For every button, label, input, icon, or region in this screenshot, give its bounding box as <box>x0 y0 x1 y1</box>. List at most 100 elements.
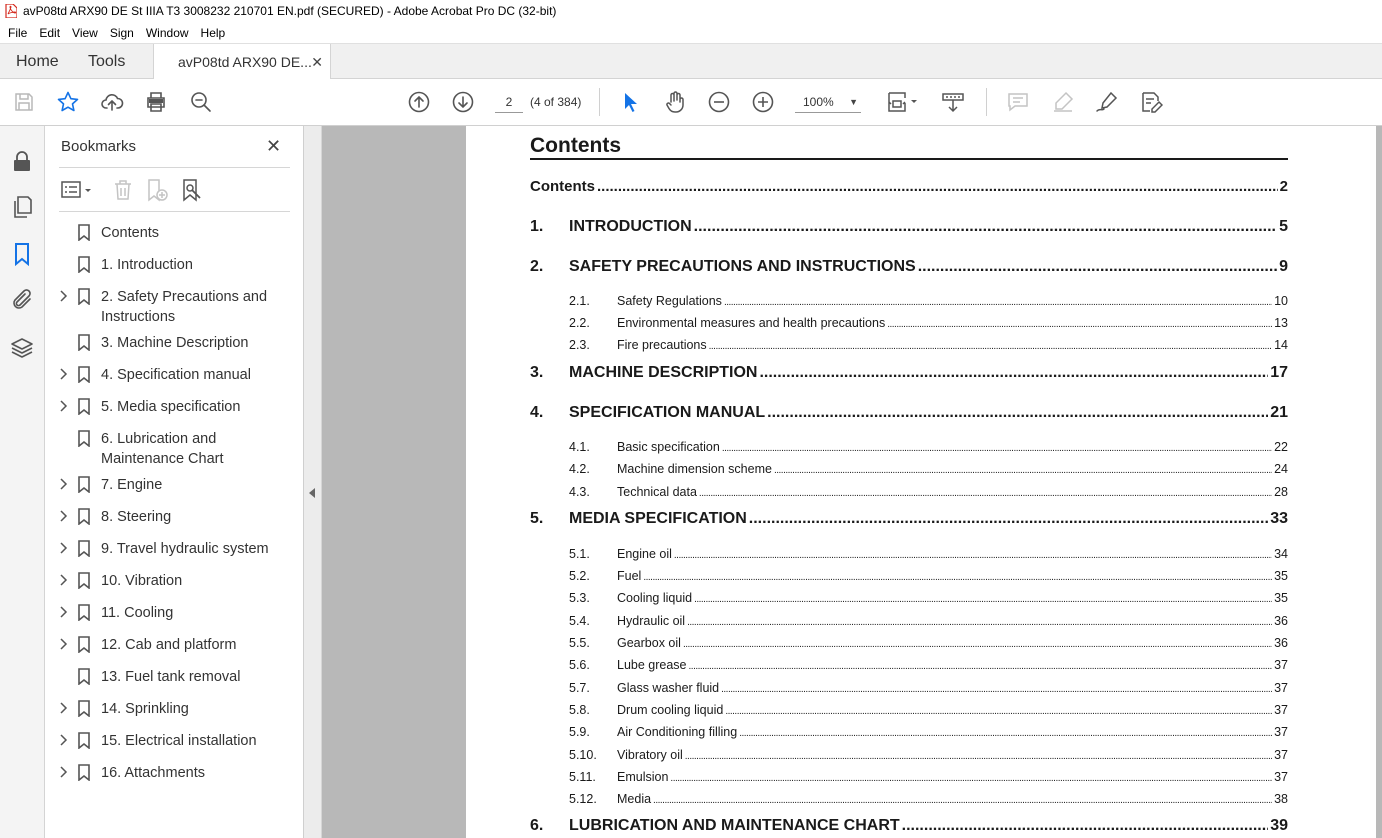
toc-entry[interactable]: 2. SAFETY PRECAUTIONS AND INSTRUCTIONS 9 <box>530 258 1288 276</box>
highlight-icon[interactable] <box>1051 90 1075 114</box>
select-cursor-icon[interactable] <box>619 90 643 114</box>
bookmark-item[interactable]: 15. Electrical installation <box>45 730 304 750</box>
lock-icon[interactable] <box>10 149 34 173</box>
close-tab-icon[interactable]: ✕ <box>311 44 323 80</box>
bookmark-item[interactable]: 12. Cab and platform <box>45 634 304 654</box>
toc-entry[interactable]: 4.1. Basic specification 22 <box>530 440 1288 454</box>
find-zoom-icon[interactable] <box>189 90 213 114</box>
bookmark-flag-icon <box>78 366 90 383</box>
bookmark-item[interactable]: Contents <box>45 222 304 242</box>
chevron-right-icon[interactable] <box>58 730 68 750</box>
toc-entry[interactable]: 5.9. Air Conditioning filling 37 <box>530 725 1288 739</box>
zoom-in-icon[interactable] <box>751 90 775 114</box>
zoom-level-dropdown[interactable]: 100% ▼ <box>795 91 861 113</box>
bookmark-item[interactable]: 13. Fuel tank removal <box>45 666 304 686</box>
toc-entry-number: 5.10. <box>569 748 597 762</box>
toc-entry[interactable]: 2.2. Environmental measures and health pr… <box>530 316 1288 330</box>
toc-entry[interactable]: 4.3. Technical data 28 <box>530 485 1288 499</box>
menu-view[interactable]: View <box>68 26 102 40</box>
bookmark-item[interactable]: 10. Vibration <box>45 570 304 590</box>
draw-pen-icon[interactable] <box>1095 90 1119 114</box>
menu-sign[interactable]: Sign <box>106 26 138 40</box>
chevron-right-icon[interactable] <box>58 602 68 622</box>
bookmark-item[interactable]: 11. Cooling <box>45 602 304 622</box>
chevron-right-icon[interactable] <box>58 570 68 590</box>
layers-icon[interactable] <box>10 336 34 360</box>
toc-entry[interactable]: 1. INTRODUCTION 5 <box>530 218 1288 236</box>
toc-entry[interactable]: 5. MEDIA SPECIFICATION 33 <box>530 510 1288 528</box>
zoom-out-icon[interactable] <box>707 90 731 114</box>
chevron-right-icon[interactable] <box>58 396 68 416</box>
chevron-right-icon[interactable] <box>58 698 68 718</box>
next-page-icon[interactable] <box>451 90 475 114</box>
toc-entry[interactable]: 5.1. Engine oil 34 <box>530 547 1288 561</box>
fill-sign-icon[interactable] <box>1139 90 1163 114</box>
toc-entry[interactable]: 5.3. Cooling liquid 35 <box>530 591 1288 605</box>
chevron-right-icon[interactable] <box>58 364 68 384</box>
collapse-arrow-icon[interactable] <box>309 488 315 498</box>
toc-entry[interactable]: 5.5. Gearbox oil 36 <box>530 636 1288 650</box>
bookmark-panel-icon[interactable] <box>10 242 34 266</box>
print-icon[interactable] <box>144 90 168 114</box>
toc-entry[interactable]: 4.2. Machine dimension scheme 24 <box>530 462 1288 476</box>
toc-entry[interactable]: 2.1. Safety Regulations 10 <box>530 294 1288 308</box>
toc-entry[interactable]: 5.2. Fuel 35 <box>530 569 1288 583</box>
menu-window[interactable]: Window <box>142 26 193 40</box>
scroll-mode-icon[interactable] <box>941 90 965 114</box>
toc-entry[interactable]: Contents 2 <box>530 178 1288 195</box>
toc-entry[interactable]: 5.7. Glass washer fluid 37 <box>530 681 1288 695</box>
chevron-right-icon[interactable] <box>58 286 68 306</box>
bookmark-item[interactable]: 8. Steering <box>45 506 304 526</box>
comment-icon[interactable] <box>1006 90 1030 114</box>
chevron-right-icon[interactable] <box>58 506 68 526</box>
attachment-paperclip-icon[interactable] <box>10 288 34 312</box>
hand-tool-icon[interactable] <box>663 90 687 114</box>
save-icon[interactable] <box>12 90 36 114</box>
close-panel-icon[interactable]: ✕ <box>266 136 281 157</box>
bookmark-options-icon[interactable] <box>60 178 96 202</box>
bookmark-item[interactable]: 9. Travel hydraulic system <box>45 538 304 558</box>
page-thumbnails-icon[interactable] <box>10 195 34 219</box>
bookmark-item[interactable]: 4. Specification manual <box>45 364 304 384</box>
chevron-right-icon[interactable] <box>58 474 68 494</box>
bookmark-item[interactable]: 2. Safety Precautions and Instructions <box>45 286 304 325</box>
menu-file[interactable]: File <box>4 26 31 40</box>
delete-bookmark-icon[interactable] <box>111 178 135 202</box>
new-bookmark-icon[interactable] <box>145 178 169 202</box>
chevron-right-icon[interactable] <box>58 538 68 558</box>
star-icon[interactable] <box>56 90 80 114</box>
toc-entry[interactable]: 6. LUBRICATION AND MAINTENANCE CHART 39 <box>530 817 1288 835</box>
toc-entry[interactable]: 4. SPECIFICATION MANUAL 21 <box>530 404 1288 422</box>
bookmark-item[interactable]: 3. Machine Description <box>45 332 304 352</box>
menu-help[interactable]: Help <box>197 26 230 40</box>
tab-tools[interactable]: Tools <box>88 44 125 79</box>
tab-document[interactable]: avP08td ARX90 DE... ✕ <box>153 44 331 80</box>
find-bookmark-icon[interactable] <box>180 178 204 202</box>
toc-leader-dots <box>709 341 1272 352</box>
toc-entry[interactable]: 5.11. Emulsion 37 <box>530 770 1288 784</box>
page-display-icon[interactable] <box>886 90 920 114</box>
toc-entry[interactable]: 5.8. Drum cooling liquid 37 <box>530 703 1288 717</box>
vertical-scrollbar[interactable] <box>1376 126 1382 838</box>
chevron-right-icon[interactable] <box>58 634 68 654</box>
toc-entry[interactable]: 3. MACHINE DESCRIPTION 17 <box>530 364 1288 382</box>
cloud-upload-icon[interactable] <box>100 90 124 114</box>
document-view[interactable]: Contents Contents 2 1. INTRODUCTION 5 2. SAFET… <box>322 126 1382 838</box>
page-number-input[interactable] <box>495 91 523 113</box>
tab-home[interactable]: Home <box>16 44 59 79</box>
toc-entry[interactable]: 5.10. Vibratory oil 37 <box>530 748 1288 762</box>
bookmark-item[interactable]: 7. Engine <box>45 474 304 494</box>
toc-entry[interactable]: 5.12. Media 38 <box>530 792 1288 806</box>
bookmark-item[interactable]: 6. Lubrication and Maintenance Chart <box>45 428 304 467</box>
bookmark-item[interactable]: 1. Introduction <box>45 254 304 274</box>
bookmark-item[interactable]: 14. Sprinkling <box>45 698 304 718</box>
chevron-right-icon[interactable] <box>58 762 68 782</box>
menu-edit[interactable]: Edit <box>35 26 64 40</box>
toc-entry[interactable]: 2.3. Fire precautions 14 <box>530 338 1288 352</box>
previous-page-icon[interactable] <box>407 90 431 114</box>
panel-collapse-handle[interactable] <box>304 126 322 838</box>
bookmark-item[interactable]: 16. Attachments <box>45 762 304 782</box>
bookmark-item[interactable]: 5. Media specification <box>45 396 304 416</box>
toc-entry[interactable]: 5.4. Hydraulic oil 36 <box>530 614 1288 628</box>
toc-entry[interactable]: 5.6. Lube grease 37 <box>530 658 1288 672</box>
